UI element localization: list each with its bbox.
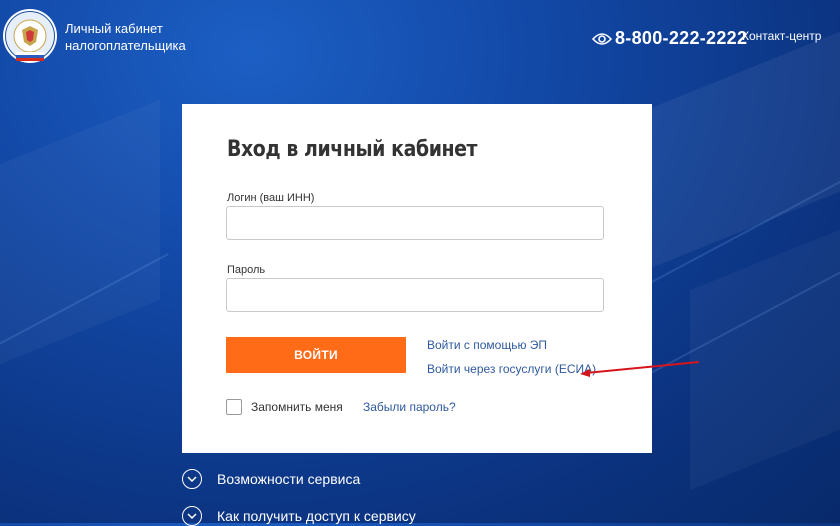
header: Личный кабинет налогоплательщика 8-800-2…: [0, 0, 840, 80]
service-features-toggle[interactable]: Возможности сервиса: [182, 469, 360, 489]
chevron-down-icon: [182, 506, 202, 526]
password-input[interactable]: [226, 278, 604, 312]
remember-checkbox[interactable]: [226, 399, 242, 415]
login-label: Логин (ваш ИНН): [227, 192, 315, 204]
gosuslugi-login-link[interactable]: Войти через госуслуги (ЕСИА): [427, 362, 596, 376]
password-label: Пароль: [227, 264, 266, 276]
background-panel: [0, 99, 160, 381]
access-info-toggle[interactable]: Как получить доступ к сервису: [182, 506, 416, 526]
phone-number[interactable]: 8-800-222-2222: [615, 28, 747, 49]
forgot-password-link[interactable]: Забыли пароль?: [363, 400, 456, 414]
login-button[interactable]: ВОЙТИ: [226, 337, 406, 373]
fns-logo-icon[interactable]: [2, 8, 58, 64]
access-info-label: Как получить доступ к сервису: [217, 508, 416, 524]
login-card: Вход в личный кабинет Логин (ваш ИНН) Па…: [182, 104, 652, 453]
ep-login-link[interactable]: Войти с помощью ЭП: [427, 338, 547, 352]
annotation-arrow-icon: [580, 361, 700, 377]
remember-label[interactable]: Запомнить меня: [251, 400, 343, 414]
login-input[interactable]: [226, 206, 604, 240]
phone-block: 8-800-222-2222: [592, 28, 747, 49]
brand-line-2: налогоплательщика: [65, 38, 186, 53]
background-panel: [690, 229, 840, 491]
brand-line-1: Личный кабинет: [65, 21, 163, 36]
eye-icon[interactable]: [592, 32, 612, 46]
login-title: Вход в личный кабинет: [227, 137, 478, 162]
contact-center-link[interactable]: Контакт-центр: [742, 29, 821, 43]
brand-title[interactable]: Личный кабинет налогоплательщика: [65, 20, 186, 54]
chevron-down-icon: [182, 469, 202, 489]
service-features-label: Возможности сервиса: [217, 471, 361, 487]
